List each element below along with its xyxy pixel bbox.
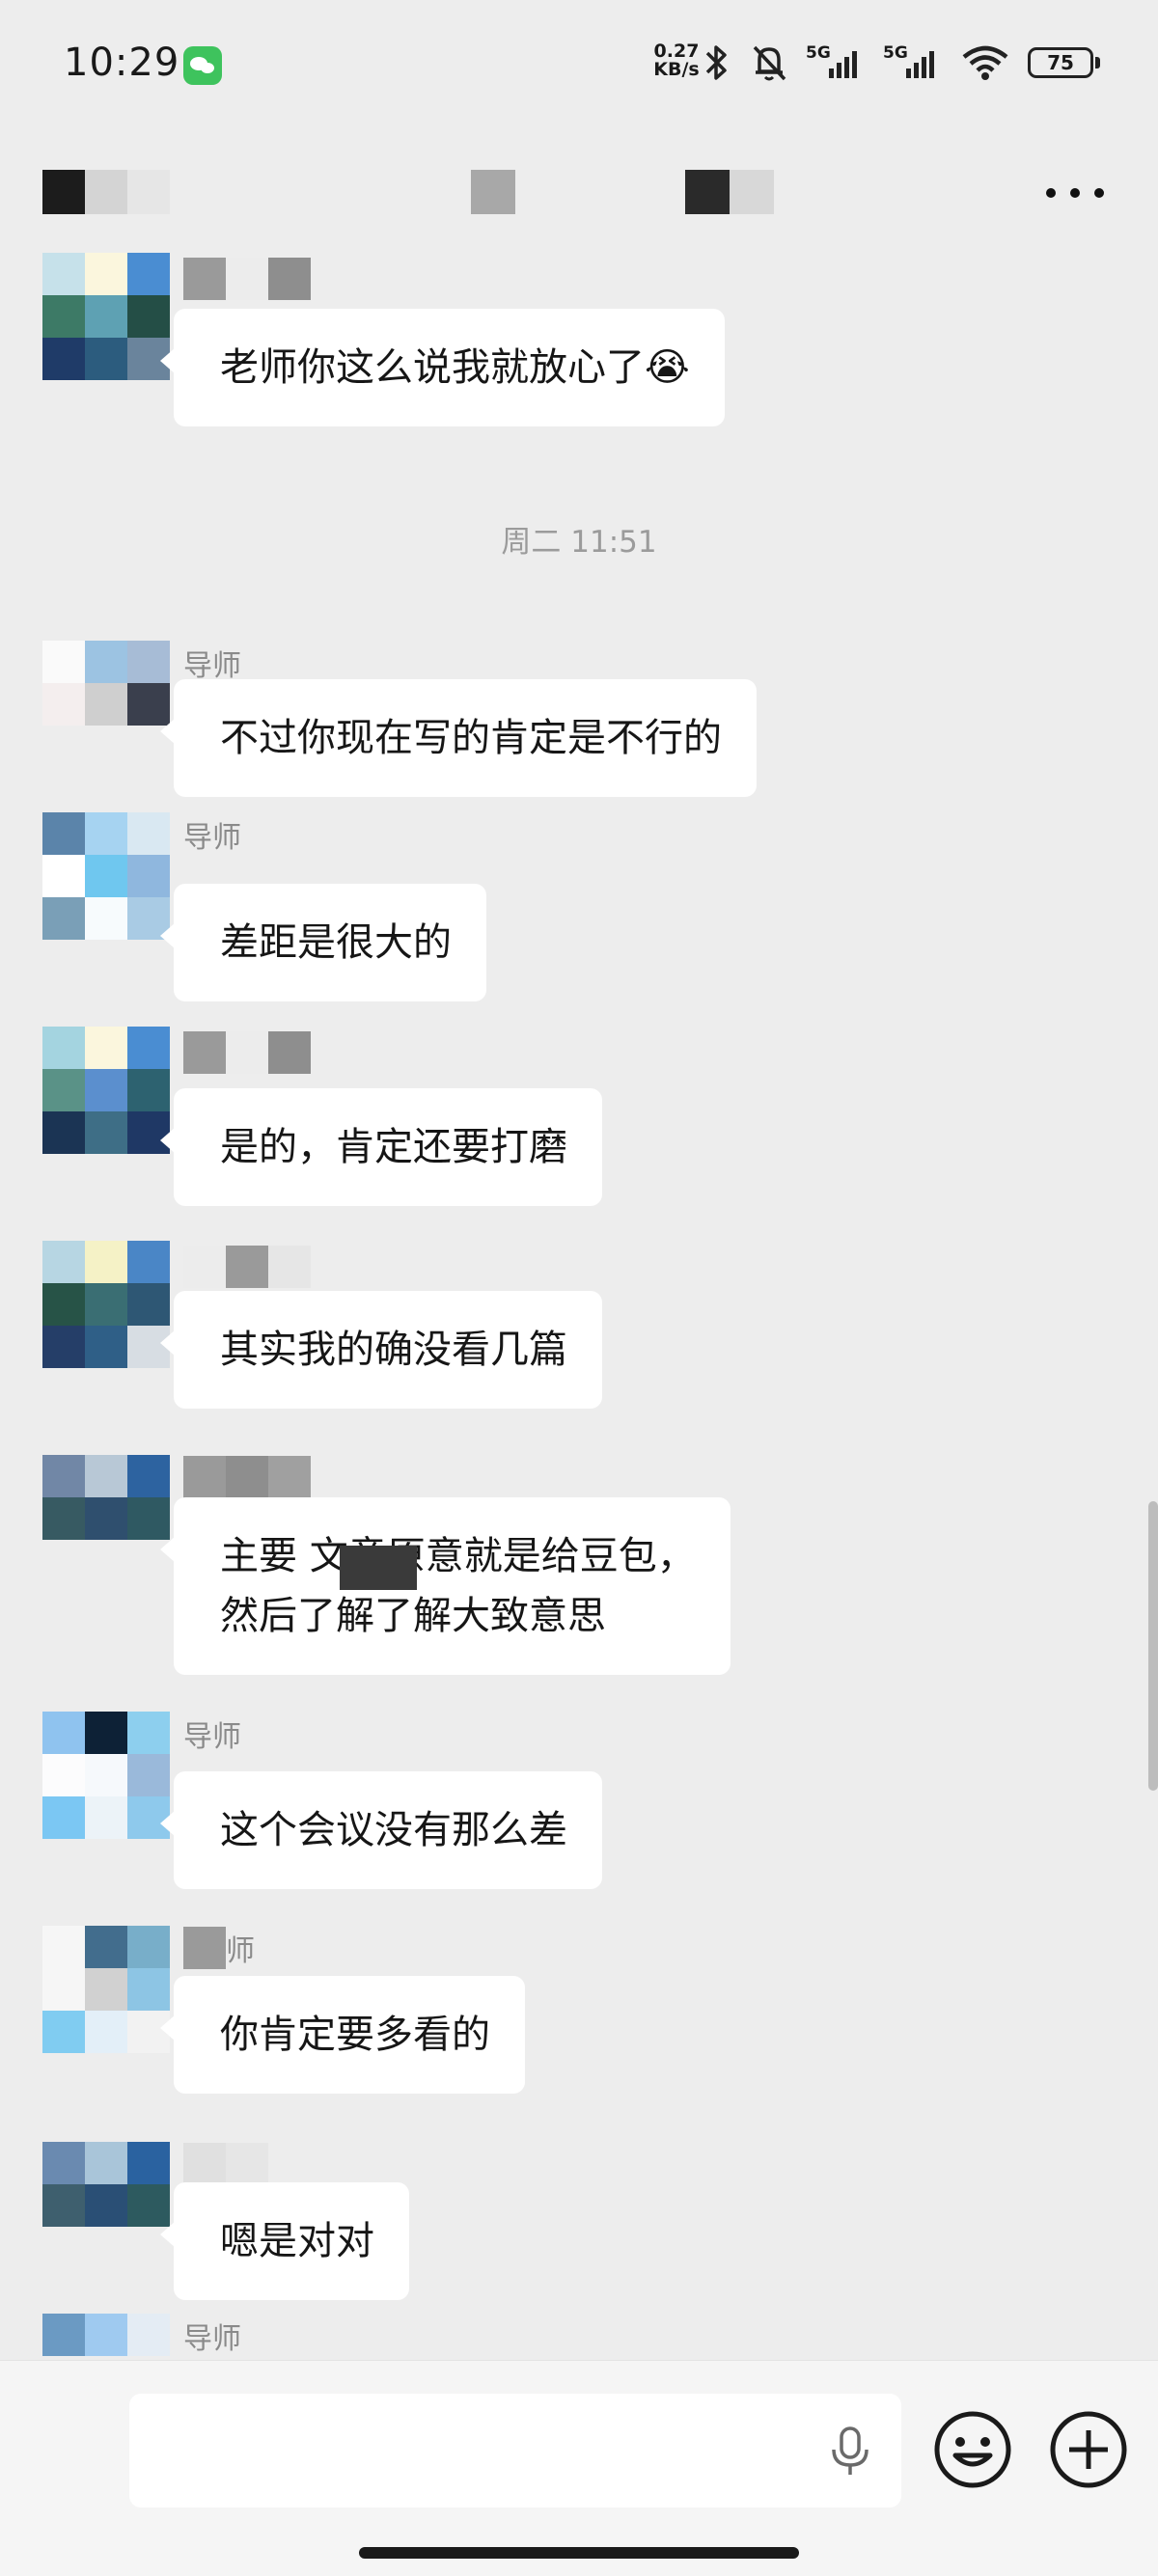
message-bubble[interactable]: 你肯定要多看的 [160,1976,525,2094]
bluetooth-icon [705,45,727,80]
wechat-notification-icon [183,46,222,85]
avatar[interactable] [42,1712,170,1839]
more-options-button[interactable] [1046,174,1104,212]
message-bubble[interactable]: 不过你现在写的肯定是不行的 [160,679,757,797]
sender-name [183,257,311,301]
input-bar [0,2360,1158,2576]
chat-title-mosaic[interactable] [42,170,774,214]
avatar[interactable] [42,1241,170,1368]
avatar[interactable] [42,641,170,768]
sender-name: 导师 [183,821,241,855]
avatar[interactable] [42,812,170,940]
emoji-icon[interactable] [932,2409,1013,2490]
wifi-icon [962,45,1008,80]
network-speed: 0.27 KB/s [650,42,703,79]
sender-name: 师 [183,1926,255,1970]
battery-level: 75 [1028,47,1093,78]
mute-bell-icon [753,45,786,81]
more-dots-icon [1046,188,1056,198]
avatar[interactable] [42,1455,170,1582]
message-bubble[interactable]: 老师你这么说我就放心了😭 [160,309,725,426]
status-bar: 10:29 0.27 KB/s 5G 5G 75 [0,0,1158,135]
microphone-icon[interactable] [826,2425,874,2479]
sender-name: 导师 [183,2322,241,2356]
chat-header [0,145,1158,251]
avatar[interactable] [42,2142,170,2269]
home-indicator[interactable] [359,2547,799,2559]
signal-icon: 5G [883,43,943,82]
message-input[interactable] [129,2394,901,2507]
sender-name [183,1455,311,1499]
avatar[interactable] [42,253,170,380]
sender-name [183,2142,268,2186]
signal-icon: 5G [806,43,866,82]
avatar[interactable] [42,1027,170,1154]
sender-name [183,1030,311,1075]
plus-icon[interactable] [1048,2409,1129,2490]
avatar[interactable] [42,2314,170,2360]
message-timestamp: 周二 11:51 [501,525,657,560]
message-bubble[interactable]: 其实我的确没看几篇 [160,1291,602,1409]
message-bubble[interactable]: 这个会议没有那么差 [160,1771,602,1889]
text-redaction-mosaic [340,1546,417,1590]
message-bubble[interactable]: 嗯是对对 [160,2182,409,2300]
message-bubble[interactable]: 差距是很大的 [160,884,486,1001]
battery-icon: 75 [1028,47,1100,78]
avatar[interactable] [42,1926,170,2053]
sender-name [183,1245,311,1289]
sender-name: 导师 [183,1720,241,1754]
scrollbar[interactable] [1148,1501,1158,1791]
message-bubble[interactable]: 是的，肯定还要打磨 [160,1088,602,1206]
status-time: 10:29 [64,41,180,85]
sender-name-text: 师 [226,1934,255,1968]
message-bubble[interactable]: 主要 文章原意就是给豆包， 然后了解了解大致意思 [160,1497,731,1675]
network-speed-unit: KB/s [653,59,700,80]
